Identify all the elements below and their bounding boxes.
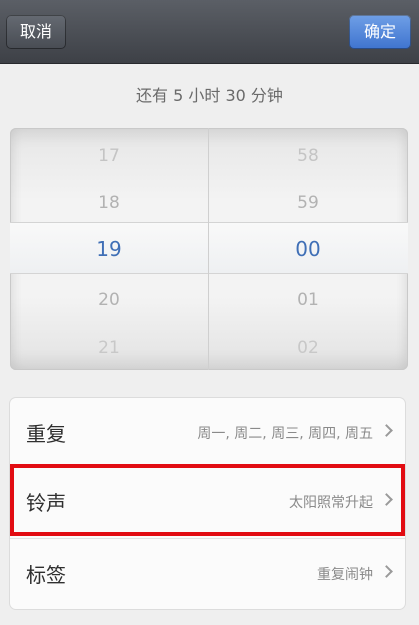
cancel-button[interactable]: 取消 bbox=[6, 15, 66, 49]
repeat-label: 重复 bbox=[26, 422, 66, 446]
settings-row-repeat[interactable]: 重复 周一, 周二, 周三, 周四, 周五 bbox=[10, 398, 405, 466]
minute-option[interactable]: 59 bbox=[209, 193, 407, 213]
tag-value: 重复闹钟 bbox=[317, 567, 373, 583]
hour-option[interactable]: 18 bbox=[10, 193, 208, 213]
chevron-right-icon bbox=[380, 493, 393, 506]
minute-option-selected[interactable]: 00 bbox=[209, 237, 407, 261]
chevron-right-icon bbox=[380, 565, 393, 578]
time-picker[interactable]: 17 18 19 20 21 58 59 00 01 02 bbox=[10, 128, 408, 370]
hour-option-selected[interactable]: 19 bbox=[10, 237, 208, 261]
minute-option[interactable]: 01 bbox=[209, 290, 407, 310]
tag-label: 标签 bbox=[26, 563, 66, 587]
repeat-value: 周一, 周二, 周三, 周四, 周五 bbox=[197, 426, 373, 442]
minute-option[interactable]: 02 bbox=[209, 338, 407, 358]
chevron-right-icon bbox=[380, 424, 393, 437]
hour-wheel[interactable]: 17 18 19 20 21 bbox=[10, 128, 208, 370]
settings-row-sound[interactable]: 铃声 太阳照常升起 bbox=[10, 467, 405, 535]
alarm-settings-list: 重复 周一, 周二, 周三, 周四, 周五 铃声 太阳照常升起 标签 重复闹钟 bbox=[10, 398, 405, 609]
minute-wheel[interactable]: 58 59 00 01 02 bbox=[209, 128, 407, 370]
confirm-button[interactable]: 确定 bbox=[349, 15, 411, 49]
minute-option[interactable]: 58 bbox=[209, 146, 407, 166]
remaining-time-text: 还有 5 小时 30 分钟 bbox=[136, 86, 283, 105]
sound-label: 铃声 bbox=[26, 491, 66, 515]
hour-option[interactable]: 17 bbox=[10, 146, 208, 166]
hour-option[interactable]: 21 bbox=[10, 338, 208, 358]
sound-value: 太阳照常升起 bbox=[289, 495, 373, 511]
settings-row-tag[interactable]: 标签 重复闹钟 bbox=[10, 539, 405, 607]
top-bar: 取消 确定 bbox=[0, 0, 419, 64]
hour-option[interactable]: 20 bbox=[10, 290, 208, 310]
